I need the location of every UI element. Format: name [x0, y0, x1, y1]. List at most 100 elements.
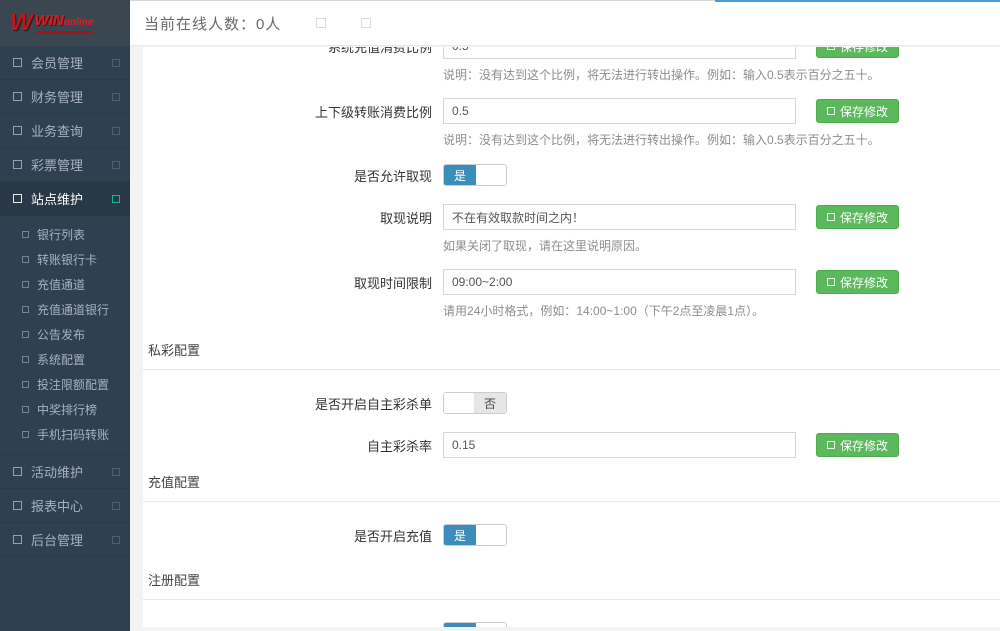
- submenu-item-winning-ranking[interactable]: 中奖排行榜: [0, 397, 130, 422]
- chevron-right-icon: [112, 59, 120, 67]
- recharge-ratio-input[interactable]: [443, 47, 796, 59]
- allow-withdraw-toggle[interactable]: 是: [443, 164, 507, 186]
- chevron-right-icon: [112, 93, 120, 101]
- submenu-item-label: 投注限额配置: [37, 376, 109, 393]
- field-label: 是否开启充值: [143, 526, 432, 545]
- field-label: 取现时间限制: [143, 273, 432, 292]
- field-hint: 如果关闭了取现，请在这里说明原因。: [143, 237, 1000, 254]
- submenu-item-transfer-bank-card[interactable]: 转账银行卡: [0, 247, 130, 272]
- menu-square-icon: [13, 160, 22, 169]
- section-header-register: 注册配置: [143, 564, 1000, 600]
- form-row-private-kill-rate: 自主彩杀率 保存修改: [143, 432, 1000, 458]
- sidebar-item-label: 活动维护: [31, 462, 83, 481]
- sidebar-item-member[interactable]: 会员管理: [0, 46, 130, 80]
- logo[interactable]: W WINonline: [0, 0, 130, 46]
- toggle-knob: [476, 165, 506, 185]
- submenu-item-announcement[interactable]: 公告发布: [0, 322, 130, 347]
- submenu-square-icon: [22, 231, 29, 238]
- private-kill-rate-input[interactable]: [443, 432, 796, 458]
- field-label: 取现说明: [143, 208, 432, 227]
- private-kill-toggle[interactable]: 否: [443, 392, 507, 414]
- withdraw-note-input[interactable]: [443, 204, 796, 230]
- menu-square-icon: [13, 535, 22, 544]
- form-row-private-kill-toggle: 是否开启自主彩杀单 否: [143, 392, 1000, 414]
- submenu-item-label: 公告发布: [37, 326, 85, 343]
- toggle-on-label: 是: [444, 525, 476, 545]
- save-button-label: 保存修改: [840, 103, 888, 120]
- chevron-right-icon: [112, 161, 120, 169]
- topbar-placeholder-icon-2[interactable]: [361, 18, 371, 28]
- sidebar-item-label: 报表中心: [31, 496, 83, 515]
- field-hint: 说明：没有达到这个比例，将无法进行转出操作。例如：输入0.5表示百分之五十。: [143, 66, 1000, 83]
- submenu-square-icon: [22, 431, 29, 438]
- chevron-right-icon: [112, 536, 120, 544]
- sidebar-item-lottery[interactable]: 彩票管理: [0, 148, 130, 182]
- toggle-knob: [444, 393, 474, 413]
- save-icon: [827, 213, 835, 221]
- submenu-item-system-config[interactable]: 系统配置: [0, 347, 130, 372]
- form-row-allow-withdraw: 是否允许取现 是: [143, 164, 1000, 186]
- submenu-item-recharge-channel-bank[interactable]: 充值通道银行: [0, 297, 130, 322]
- sidebar-item-business-query[interactable]: 业务查询: [0, 114, 130, 148]
- submenu-square-icon: [22, 381, 29, 388]
- menu-square-icon: [13, 58, 22, 67]
- menu-square-icon: [13, 92, 22, 101]
- form-row-recharge-toggle: 是否开启充值 是: [143, 524, 1000, 546]
- save-button[interactable]: 保存修改: [816, 47, 899, 58]
- save-button[interactable]: 保存修改: [816, 205, 899, 229]
- menu-square-icon: [13, 194, 22, 203]
- field-label: 系统充值消费比例: [143, 47, 432, 56]
- toggle-on-label: 是: [444, 623, 476, 627]
- menu-square-icon: [13, 501, 22, 510]
- topbar-placeholder-icon-1[interactable]: [316, 18, 326, 28]
- form-row-register-toggle: 是否允许注册 是: [143, 622, 1000, 627]
- main-area: 当前在线人数：0人 系统充值消费比例 保存修改 说明：没有达到这个比例，将无法进…: [130, 0, 1000, 631]
- submenu-square-icon: [22, 331, 29, 338]
- sidebar-item-site-maintenance[interactable]: 站点维护: [0, 182, 130, 216]
- brand: WINonline: [35, 13, 94, 34]
- sidebar-item-label: 业务查询: [31, 121, 83, 140]
- field-label: 是否开启自主彩杀单: [143, 394, 432, 413]
- submenu-item-mobile-qr-transfer[interactable]: 手机扫码转账: [0, 422, 130, 447]
- sidebar-item-backend-admin[interactable]: 后台管理: [0, 523, 130, 557]
- site-maintenance-submenu: 银行列表 转账银行卡 充值通道 充值通道银行 公告发布: [0, 216, 130, 455]
- section-header-private-lottery: 私彩配置: [143, 334, 1000, 370]
- transfer-ratio-input[interactable]: [443, 98, 796, 124]
- submenu-square-icon: [22, 356, 29, 363]
- form-row-withdraw-note: 取现说明 保存修改: [143, 204, 1000, 230]
- form-row-transfer-ratio: 上下级转账消费比例 保存修改: [143, 98, 1000, 124]
- save-button-label: 保存修改: [840, 47, 888, 55]
- submenu-item-bet-limit-config[interactable]: 投注限额配置: [0, 372, 130, 397]
- save-button[interactable]: 保存修改: [816, 99, 899, 123]
- submenu-item-recharge-channel[interactable]: 充值通道: [0, 272, 130, 297]
- submenu-item-label: 手机扫码转账: [37, 426, 109, 443]
- logo-emblem-icon: W: [10, 9, 27, 37]
- sidebar-nav: 会员管理 财务管理 业务查询 彩票管理 站点维护: [0, 46, 130, 557]
- save-button[interactable]: 保存修改: [816, 270, 899, 294]
- submenu-item-label: 充值通道: [37, 276, 85, 293]
- toggle-on-label: 是: [444, 165, 476, 185]
- progress-bar: [715, 0, 1000, 2]
- save-button-label: 保存修改: [840, 437, 888, 454]
- submenu-item-label: 充值通道银行: [37, 301, 109, 318]
- brand-online: online: [64, 17, 93, 28]
- recharge-toggle[interactable]: 是: [443, 524, 507, 546]
- save-icon: [827, 47, 835, 50]
- save-icon: [827, 278, 835, 286]
- sidebar-item-finance[interactable]: 财务管理: [0, 80, 130, 114]
- sidebar-item-activity[interactable]: 活动维护: [0, 455, 130, 489]
- submenu-item-label: 系统配置: [37, 351, 85, 368]
- sidebar-item-report-center[interactable]: 报表中心: [0, 489, 130, 523]
- submenu-square-icon: [22, 406, 29, 413]
- register-toggle[interactable]: 是: [443, 622, 507, 627]
- settings-panel: 系统充值消费比例 保存修改 说明：没有达到这个比例，将无法进行转出操作。例如：输…: [143, 47, 1000, 627]
- submenu-item-label: 中奖排行榜: [37, 401, 97, 418]
- chevron-down-icon: [112, 195, 120, 203]
- withdraw-time-input[interactable]: [443, 269, 796, 295]
- field-hint: 说明：没有达到这个比例，将无法进行转出操作。例如：输入0.5表示百分之五十。: [143, 131, 1000, 148]
- save-button[interactable]: 保存修改: [816, 433, 899, 457]
- toggle-knob: [476, 525, 506, 545]
- sidebar-item-label: 后台管理: [31, 530, 83, 549]
- submenu-item-bank-list[interactable]: 银行列表: [0, 222, 130, 247]
- sidebar-item-label: 彩票管理: [31, 155, 83, 174]
